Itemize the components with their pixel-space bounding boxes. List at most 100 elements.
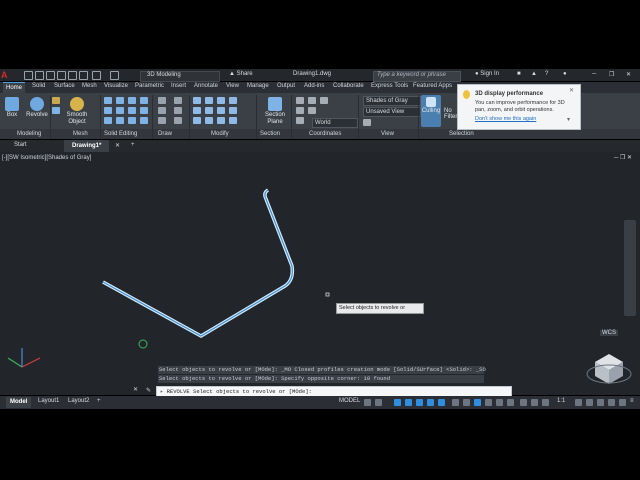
- ucs-icon[interactable]: [296, 97, 304, 104]
- tooltip-close-icon[interactable]: ✕: [569, 87, 574, 94]
- slice-icon[interactable]: [140, 97, 148, 104]
- help-icon[interactable]: ?: [545, 71, 548, 77]
- tooltip-collapse-icon[interactable]: ▾: [567, 116, 570, 123]
- arc-icon[interactable]: [174, 107, 182, 114]
- subtract-icon[interactable]: [116, 97, 124, 104]
- panel-label-view[interactable]: View: [381, 129, 394, 139]
- annotation-visibility-icon[interactable]: [531, 399, 538, 406]
- tab-collaborate[interactable]: Collaborate: [333, 83, 364, 89]
- workspace-switch-icon[interactable]: [575, 399, 582, 406]
- viewport-config-icon[interactable]: [363, 119, 371, 126]
- tab-express-tools[interactable]: Express Tools: [371, 83, 408, 89]
- imprint-icon[interactable]: [128, 117, 136, 124]
- chamfer-edge-icon[interactable]: [116, 117, 124, 124]
- annotation-monitor-icon[interactable]: [586, 399, 593, 406]
- customization-icon[interactable]: ≡: [630, 398, 634, 404]
- ucs-origin-icon[interactable]: [308, 97, 316, 104]
- 3d-rotate-icon[interactable]: [205, 107, 213, 114]
- drawing-tab[interactable]: Drawing1*: [64, 140, 110, 152]
- open-icon[interactable]: [35, 71, 44, 80]
- object-snap-tracking-icon[interactable]: [427, 399, 434, 406]
- dynamic-ucs-icon[interactable]: [496, 399, 503, 406]
- ucs-named-icon[interactable]: [296, 107, 304, 114]
- circle-icon[interactable]: [158, 107, 166, 114]
- tab-visualize[interactable]: Visualize: [104, 83, 128, 89]
- intersect-icon[interactable]: [128, 97, 136, 104]
- grid-icon[interactable]: [364, 399, 371, 406]
- section-plane-button[interactable]: Section Plane: [261, 95, 289, 126]
- command-customize-icon[interactable]: ✎: [146, 387, 151, 394]
- panel-label-solid-editing[interactable]: Solid Editing: [104, 129, 137, 139]
- clean-screen-icon[interactable]: [619, 399, 626, 406]
- smooth-object-button[interactable]: Smooth Object: [64, 95, 90, 126]
- web-mobile-icon[interactable]: [68, 71, 77, 80]
- scale-icon[interactable]: [217, 107, 225, 114]
- presspull-icon[interactable]: [52, 107, 60, 114]
- panel-label-section[interactable]: Section: [260, 129, 280, 139]
- revolve-button[interactable]: Revolve: [24, 95, 50, 118]
- shell-icon[interactable]: [140, 107, 148, 114]
- wcs-badge[interactable]: WCS: [600, 330, 618, 336]
- copy-icon[interactable]: [217, 97, 225, 104]
- union-icon[interactable]: [104, 97, 112, 104]
- 3d-osnap-icon[interactable]: [485, 399, 492, 406]
- model-space-button[interactable]: MODEL: [339, 398, 360, 404]
- close-icon[interactable]: ✕: [626, 71, 631, 78]
- panel-label-coordinates[interactable]: Coordinates: [309, 129, 341, 139]
- restore-icon[interactable]: ❐: [609, 71, 614, 78]
- ucs-z-icon[interactable]: [296, 117, 304, 124]
- tab-add-ins[interactable]: Add-ins: [304, 83, 324, 89]
- annotation-scale-icon[interactable]: [542, 399, 549, 406]
- world-select[interactable]: World: [312, 118, 358, 128]
- snap-icon[interactable]: [375, 399, 382, 406]
- app-logo-icon[interactable]: A: [1, 70, 11, 80]
- start-tab[interactable]: Start: [14, 142, 27, 148]
- profile-outline[interactable]: [102, 188, 295, 339]
- tab-view[interactable]: View: [226, 83, 239, 89]
- tab-annotate[interactable]: Annotate: [194, 83, 218, 89]
- panel-label-mesh[interactable]: Mesh: [73, 129, 88, 139]
- trim-icon[interactable]: [217, 117, 225, 124]
- tab-featured-apps[interactable]: Featured Apps: [413, 83, 452, 89]
- dont-show-again-link[interactable]: Don't show me this again: [475, 116, 536, 122]
- selection-cycling-icon[interactable]: [474, 399, 481, 406]
- erase-icon[interactable]: [229, 117, 237, 124]
- 3d-move-icon[interactable]: [193, 107, 201, 114]
- ucs-y-icon[interactable]: [308, 107, 316, 114]
- polar-icon[interactable]: [405, 399, 412, 406]
- no-filter-button[interactable]: No Filter: [444, 108, 458, 120]
- selection-filter-icon[interactable]: [507, 399, 514, 406]
- info-icon[interactable]: ●: [563, 71, 567, 77]
- panel-label-modeling[interactable]: Modeling: [17, 129, 41, 139]
- layout2-tab[interactable]: Layout2: [68, 398, 89, 404]
- fillet-edge-icon[interactable]: [104, 117, 112, 124]
- plot-icon[interactable]: [79, 71, 88, 80]
- line-icon[interactable]: [158, 97, 166, 104]
- separate-icon[interactable]: [128, 107, 136, 114]
- exchange-icon[interactable]: ▲: [531, 71, 537, 77]
- array-icon[interactable]: [193, 117, 201, 124]
- save-as-icon[interactable]: [57, 71, 66, 80]
- isodraft-icon[interactable]: [416, 399, 423, 406]
- panel-label-draw[interactable]: Draw: [158, 129, 172, 139]
- object-snap-icon[interactable]: [438, 399, 445, 406]
- new-tab-icon[interactable]: +: [131, 142, 135, 148]
- share-button[interactable]: ▲ Share: [229, 71, 253, 77]
- tab-parametric[interactable]: Parametric: [135, 83, 164, 89]
- culling-button[interactable]: Culling: [421, 95, 441, 127]
- ucs-x-icon[interactable]: [320, 97, 328, 104]
- panel-label-selection[interactable]: Selection: [449, 129, 474, 139]
- tab-insert[interactable]: Insert: [171, 83, 186, 89]
- thicken-icon[interactable]: [140, 117, 148, 124]
- save-icon[interactable]: [46, 71, 55, 80]
- visual-style-select[interactable]: Shades of Gray: [363, 96, 421, 106]
- new-icon[interactable]: [24, 71, 33, 80]
- offset-icon[interactable]: [205, 117, 213, 124]
- box-button[interactable]: Box: [2, 95, 22, 118]
- search-input[interactable]: Type a keyword or phrase: [373, 71, 461, 82]
- tab-solid[interactable]: Solid: [32, 83, 45, 89]
- model-tab[interactable]: Model: [6, 397, 32, 408]
- tab-surface[interactable]: Surface: [54, 83, 75, 89]
- gizmo-icon[interactable]: [520, 399, 527, 406]
- units-icon[interactable]: [597, 399, 604, 406]
